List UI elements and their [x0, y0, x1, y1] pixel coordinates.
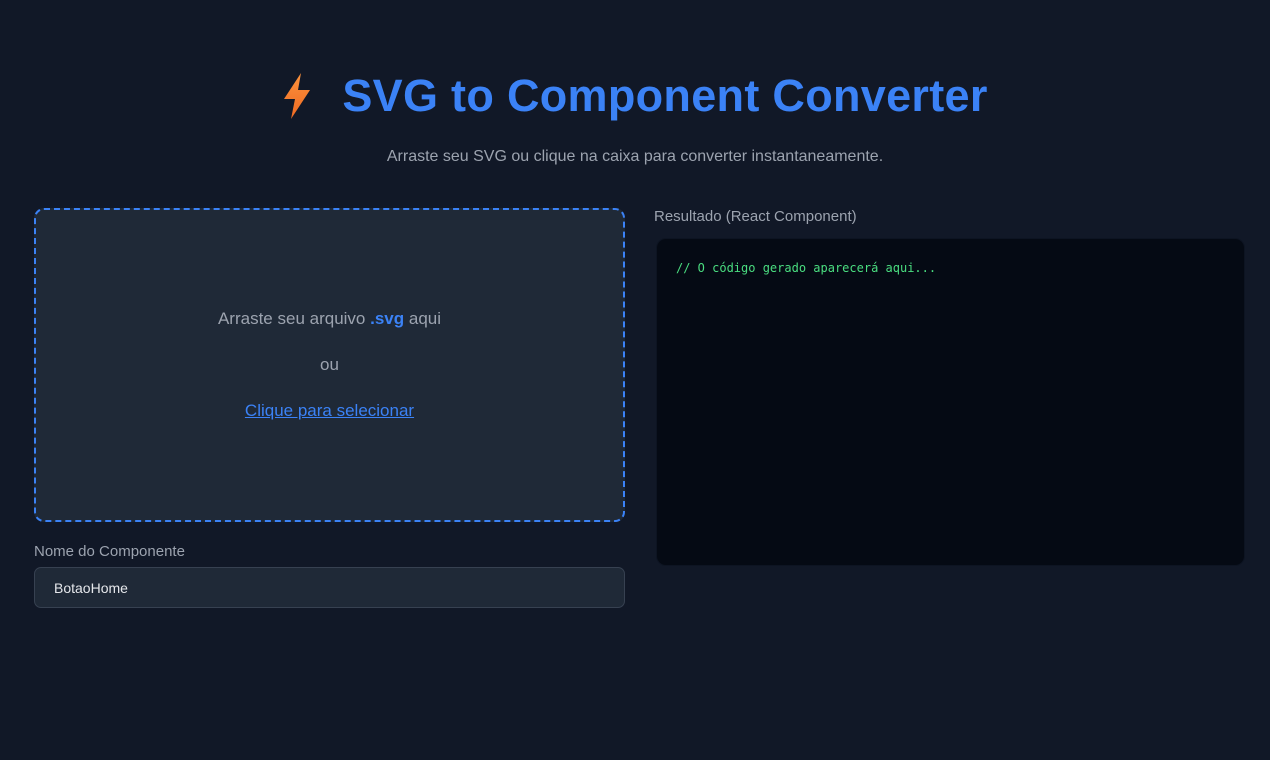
dropzone-prompt-prefix: Arraste seu arquivo — [217, 309, 371, 328]
select-file-link[interactable]: Clique para selecionar — [245, 401, 414, 421]
page-subtitle: Arraste seu SVG ou clique na caixa para … — [386, 148, 884, 165]
component-name-label: Nome do Componente — [34, 543, 185, 560]
svg-dropzone[interactable]: Arraste seu arquivo .svg aqui ou Clique … — [34, 208, 625, 522]
converter-page: SVG to Component Converter Arraste seu S… — [0, 0, 1270, 760]
code-output-panel[interactable]: // O código gerado aparecerá aqui... — [656, 238, 1245, 566]
dropzone-prompt-suffix: aqui — [404, 309, 442, 328]
page-title: SVG to Component Converter — [342, 70, 988, 121]
result-label: Resultado (React Component) — [654, 208, 857, 225]
component-name-input[interactable] — [34, 567, 625, 608]
code-output-text: // O código gerado aparecerá aqui... — [676, 261, 937, 275]
page-header: SVG to Component Converter — [0, 70, 1270, 122]
dropzone-or-text: ou — [320, 355, 339, 374]
dropzone-file-extension: .svg — [370, 309, 405, 328]
lightning-bolt-icon — [284, 73, 311, 119]
dropzone-prompt: Arraste seu arquivo .svg aqui — [218, 309, 441, 329]
